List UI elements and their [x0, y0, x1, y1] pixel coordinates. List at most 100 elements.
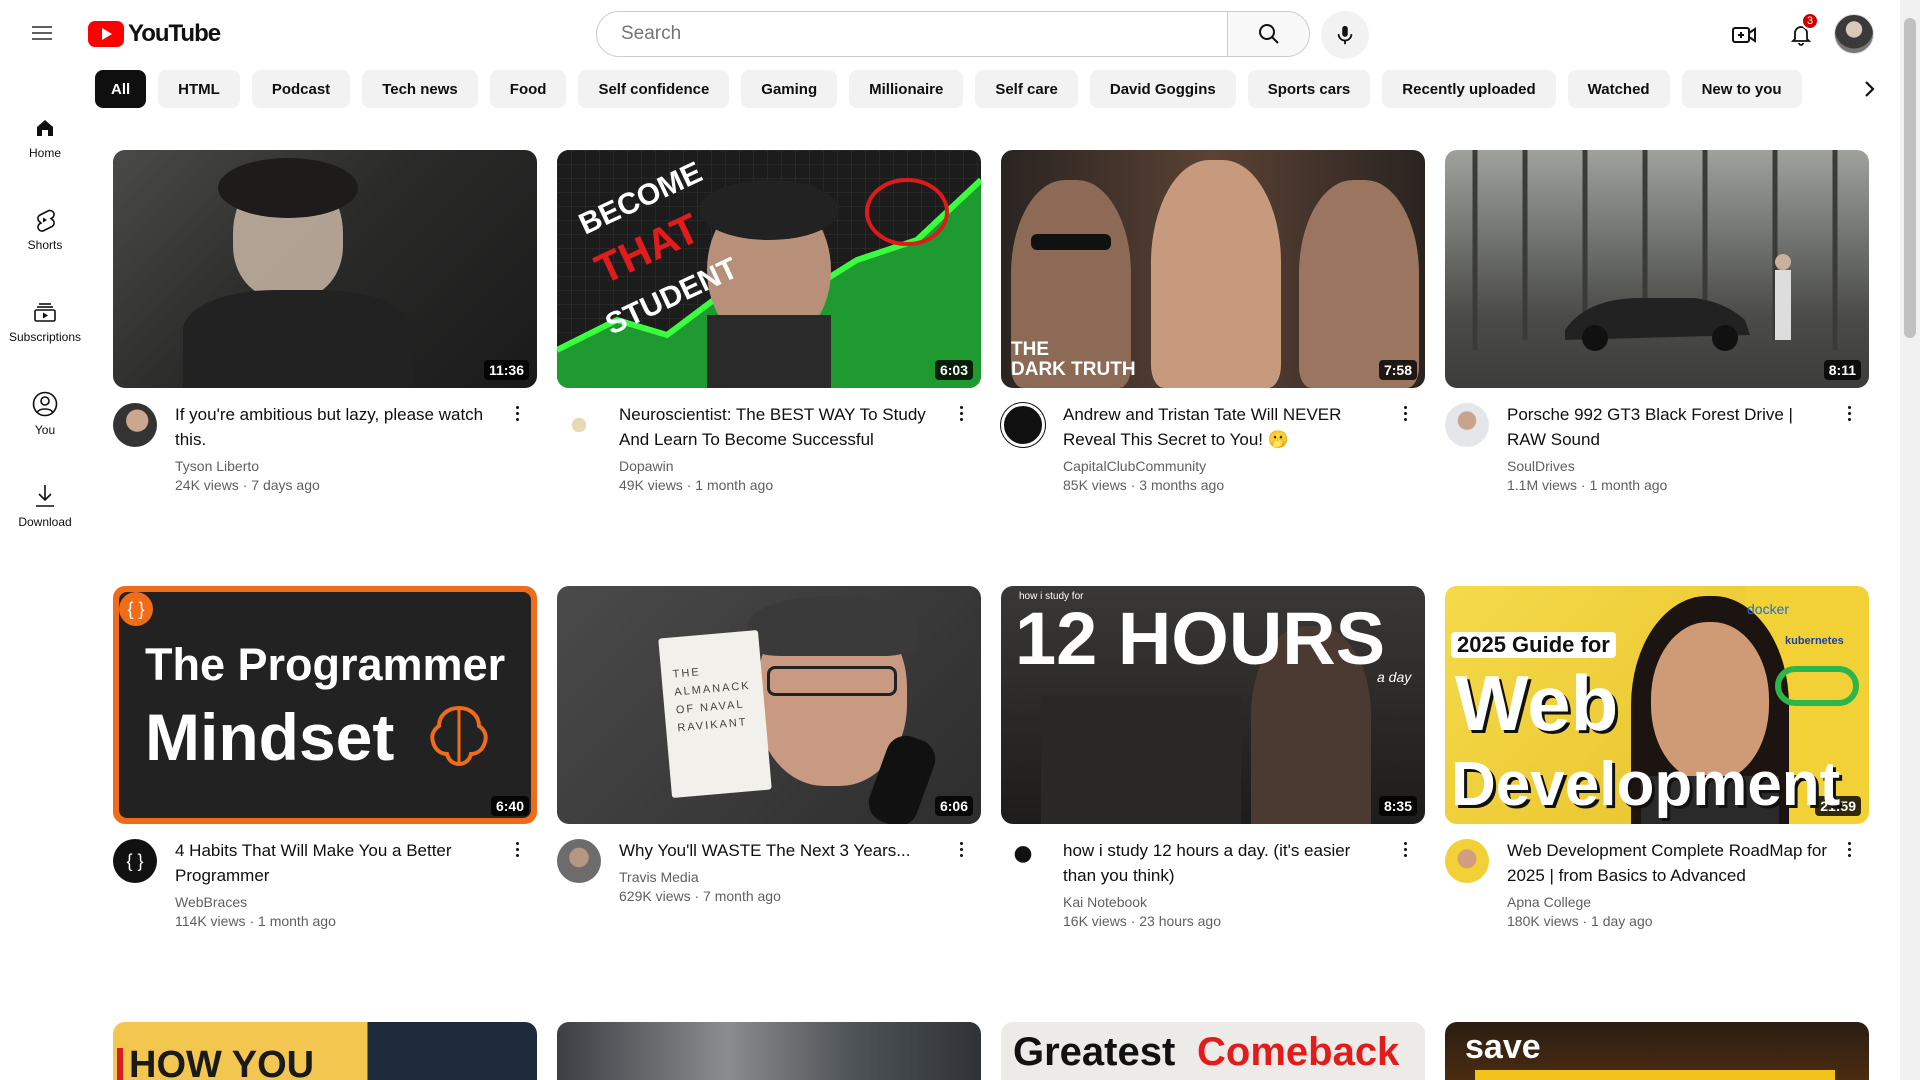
sidebar-item-label: Download [18, 515, 72, 529]
video-title[interactable]: 4 Habits That Will Make You a Better Pro… [175, 838, 495, 888]
chip-gaming[interactable]: Gaming [741, 70, 838, 108]
video-card[interactable]: 11:36 If you're ambitious but lazy, plea… [113, 150, 537, 493]
video-thumbnail[interactable]: { } The Programmer Mindset 6:40 [113, 586, 537, 824]
more-options-icon[interactable] [1395, 842, 1415, 866]
channel-name[interactable]: Tyson Liberto [175, 458, 495, 474]
channel-name[interactable]: Apna College [1507, 894, 1827, 910]
notification-count-badge: 3 [1801, 12, 1819, 30]
menu-icon[interactable] [26, 22, 58, 46]
youtube-play-icon [88, 21, 124, 47]
chip-david-goggins[interactable]: David Goggins [1089, 70, 1236, 108]
video-thumbnail[interactable]: how i study for 12 HOURS a day 8:35 [1001, 586, 1425, 824]
search-icon [1258, 24, 1279, 44]
chip-tech-news[interactable]: Tech news [362, 70, 478, 108]
chip-millionaire[interactable]: Millionaire [849, 70, 964, 108]
sidebar-item-shorts[interactable]: Shorts [0, 184, 90, 276]
video-title[interactable]: how i study 12 hours a day. (it's easier… [1063, 838, 1383, 888]
more-options-icon[interactable] [1839, 406, 1859, 430]
brain-icon [430, 705, 488, 767]
video-thumbnail[interactable]: BECOME THAT STUDENT 6:03 [557, 150, 981, 388]
video-card[interactable]: Greatest Comeback [1001, 1022, 1425, 1080]
video-thumbnail[interactable]: save [1445, 1022, 1869, 1080]
thumbnail-text: 2025 Guide for [1451, 632, 1616, 658]
video-thumbnail[interactable]: Greatest Comeback [1001, 1022, 1425, 1080]
channel-avatar[interactable]: { } [113, 839, 157, 883]
video-card[interactable]: { } The Programmer Mindset 6:40 { } 4 Ha… [113, 586, 537, 929]
more-options-icon[interactable] [1839, 842, 1859, 866]
channel-name[interactable]: SoulDrives [1507, 458, 1827, 474]
video-title[interactable]: Andrew and Tristan Tate Will NEVER Revea… [1063, 402, 1383, 452]
video-thumbnail[interactable]: 11:36 [113, 150, 537, 388]
video-card[interactable]: BECOME THAT STUDENT 6:03 Neuroscientist:… [557, 150, 981, 493]
upload-age: 3 months ago [1139, 477, 1225, 493]
channel-name[interactable]: Kai Notebook [1063, 894, 1383, 910]
upload-age: 1 day ago [1591, 913, 1653, 929]
video-thumbnail[interactable]: HOW YOU [113, 1022, 537, 1080]
more-options-icon[interactable] [951, 842, 971, 866]
more-options-icon[interactable] [951, 406, 971, 430]
more-options-icon[interactable] [507, 406, 527, 430]
video-title[interactable]: Porsche 992 GT3 Black Forest Drive | RAW… [1507, 402, 1827, 452]
video-card[interactable]: THE ALMANACK OF NAVAL RAVIKANT 6:06 Why … [557, 586, 981, 904]
channel-avatar[interactable] [1445, 839, 1489, 883]
sidebar-item-home[interactable]: Home [0, 92, 90, 184]
video-title[interactable]: If you're ambitious but lazy, please wat… [175, 402, 495, 452]
video-title[interactable]: Neuroscientist: The BEST WAY To Study An… [619, 402, 939, 452]
video-duration: 11:36 [483, 360, 529, 380]
channel-avatar[interactable] [113, 403, 157, 447]
chip-new-to-you[interactable]: New to you [1681, 70, 1802, 108]
chip-podcast[interactable]: Podcast [251, 70, 351, 108]
channel-avatar[interactable] [1001, 839, 1045, 883]
sidebar-item-you[interactable]: You [0, 368, 90, 460]
voice-search-button[interactable] [1321, 11, 1369, 59]
channel-avatar[interactable] [1001, 403, 1045, 447]
video-card[interactable]: save [1445, 1022, 1869, 1080]
sidebar-item-subscriptions[interactable]: Subscriptions [0, 276, 90, 368]
video-card[interactable]: how i study for 12 HOURS a day 8:35 how … [1001, 586, 1425, 929]
channel-name[interactable]: Travis Media [619, 869, 939, 885]
search-input[interactable] [597, 12, 1227, 56]
video-card[interactable]: THE DARK TRUTH 7:58 Andrew and Tristan T… [1001, 150, 1425, 493]
chip-sports-cars[interactable]: Sports cars [1247, 70, 1371, 108]
channel-avatar[interactable] [557, 839, 601, 883]
video-thumbnail[interactable]: THE ALMANACK OF NAVAL RAVIKANT 6:06 [557, 586, 981, 824]
chip-html[interactable]: HTML [158, 70, 240, 108]
chip-recently-uploaded[interactable]: Recently uploaded [1382, 70, 1556, 108]
more-options-icon[interactable] [1395, 406, 1415, 430]
video-card[interactable] [557, 1022, 981, 1080]
channel-avatar[interactable] [557, 403, 601, 447]
upload-age: 1 month ago [258, 913, 336, 929]
search-box [596, 11, 1310, 57]
more-options-icon[interactable] [507, 842, 527, 866]
video-title[interactable]: Web Development Complete RoadMap for 202… [1507, 838, 1827, 888]
chip-self-care[interactable]: Self care [975, 70, 1078, 108]
channel-name[interactable]: CapitalClubCommunity [1063, 458, 1383, 474]
upload-age: 1 month ago [695, 477, 774, 493]
thumbnail-text: The Programmer [145, 639, 506, 690]
video-thumbnail[interactable]: 2025 Guide for Web Development docker ku… [1445, 586, 1869, 824]
sidebar-item-download[interactable]: Download [0, 460, 90, 552]
chip-food[interactable]: Food [489, 70, 567, 108]
video-card[interactable]: HOW YOU [113, 1022, 537, 1080]
channel-name[interactable]: Dopawin [619, 458, 939, 474]
chip-all[interactable]: All [95, 70, 147, 108]
create-button[interactable] [1725, 18, 1763, 52]
video-card[interactable]: 8:11 Porsche 992 GT3 Black Forest Drive … [1445, 150, 1869, 493]
channel-avatar[interactable] [1445, 403, 1489, 447]
chip-self-confidence[interactable]: Self confidence [578, 70, 730, 108]
devops-loop-icon [1775, 666, 1859, 706]
video-thumbnail[interactable]: THE DARK TRUTH 7:58 [1001, 150, 1425, 388]
thumbnail-text: kubernetes [1785, 635, 1844, 647]
chips-next-button[interactable] [1852, 72, 1886, 106]
video-thumbnail[interactable]: 8:11 [1445, 150, 1869, 388]
video-card[interactable]: 2025 Guide for Web Development docker ku… [1445, 586, 1869, 929]
video-thumbnail[interactable] [557, 1022, 981, 1080]
search-button[interactable] [1227, 12, 1309, 56]
chip-watched[interactable]: Watched [1567, 70, 1670, 108]
channel-name[interactable]: WebBraces [175, 894, 495, 910]
top-bar: YouTube 3 [0, 0, 1900, 68]
account-avatar[interactable] [1834, 14, 1874, 54]
video-title[interactable]: Why You'll WASTE The Next 3 Years... [619, 838, 939, 863]
scrollbar-thumb[interactable] [1904, 18, 1916, 338]
youtube-logo[interactable]: YouTube [88, 20, 221, 48]
